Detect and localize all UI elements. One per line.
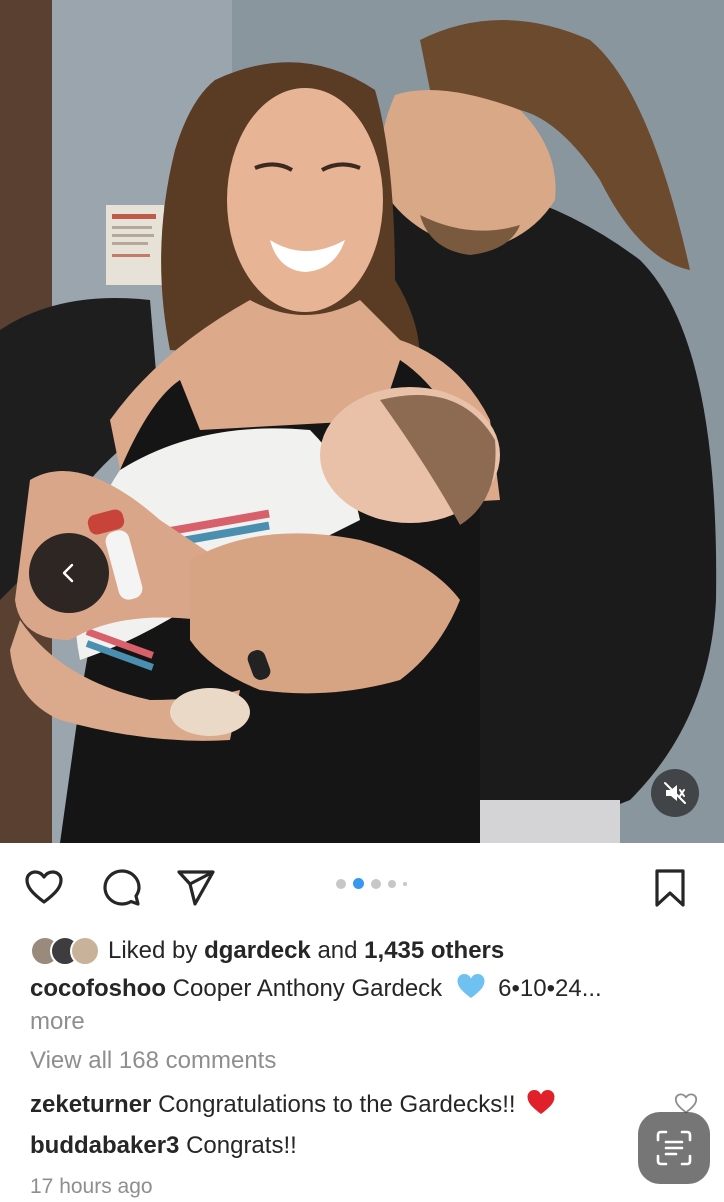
carousel-indicator	[336, 878, 407, 889]
comment-item: zeketurner Congratulations to the Gardec…	[30, 1088, 556, 1121]
carousel-dot	[388, 879, 396, 888]
speech-bubble-icon	[103, 869, 141, 906]
comment-text: Congratulations to the Gardecks!!	[158, 1090, 516, 1118]
carousel-dot	[403, 881, 407, 886]
post-caption: cocofoshoo Cooper Anthony Gardeck 6•10•2…	[30, 972, 690, 1039]
like-button[interactable]	[22, 866, 66, 910]
carousel-dot	[336, 878, 346, 889]
post-timestamp: 17 hours ago	[30, 1175, 153, 1198]
comment-username[interactable]: zeketurner	[30, 1089, 151, 1121]
caption-date: 6•10•24...	[498, 974, 602, 1002]
comment-username[interactable]: buddabaker3	[30, 1130, 179, 1162]
likes-joiner: and	[317, 937, 358, 964]
speaker-muted-icon	[664, 782, 686, 804]
text-scan-icon	[656, 1130, 692, 1166]
blue-heart-icon	[456, 972, 486, 1005]
carousel-prev-button[interactable]	[29, 533, 109, 613]
post-photo[interactable]	[0, 0, 724, 843]
red-heart-icon	[526, 1088, 556, 1121]
comment-text: Congrats!!	[186, 1132, 297, 1159]
heart-outline-icon	[25, 870, 63, 904]
family-photo-image	[0, 0, 724, 843]
likes-prefix: Liked by	[108, 937, 198, 964]
chevron-left-icon	[62, 563, 74, 583]
likes-summary[interactable]: Liked by dgardeck and 1,435 others	[30, 932, 504, 970]
caption-more-link[interactable]: more	[30, 1005, 690, 1039]
share-button[interactable]	[174, 866, 218, 910]
carousel-dot-active	[353, 878, 364, 889]
save-button[interactable]	[648, 866, 692, 910]
avatar	[70, 936, 100, 966]
caption-username[interactable]: cocofoshoo	[30, 973, 166, 1005]
comment-button[interactable]	[100, 866, 144, 910]
text-scan-button[interactable]	[638, 1112, 710, 1184]
carousel-dot	[371, 878, 381, 889]
comment-item: buddabaker3 Congrats!!	[30, 1130, 297, 1162]
mute-toggle-button[interactable]	[651, 769, 699, 817]
liker-avatars	[30, 936, 100, 966]
caption-text: Cooper Anthony Gardeck	[172, 974, 443, 1002]
likes-user-link[interactable]: dgardeck	[204, 935, 311, 967]
likes-others-link[interactable]: 1,435 others	[364, 935, 504, 967]
paper-plane-icon	[177, 870, 215, 906]
view-all-comments-link[interactable]: View all 168 comments	[30, 1044, 276, 1078]
bookmark-icon	[655, 869, 685, 907]
